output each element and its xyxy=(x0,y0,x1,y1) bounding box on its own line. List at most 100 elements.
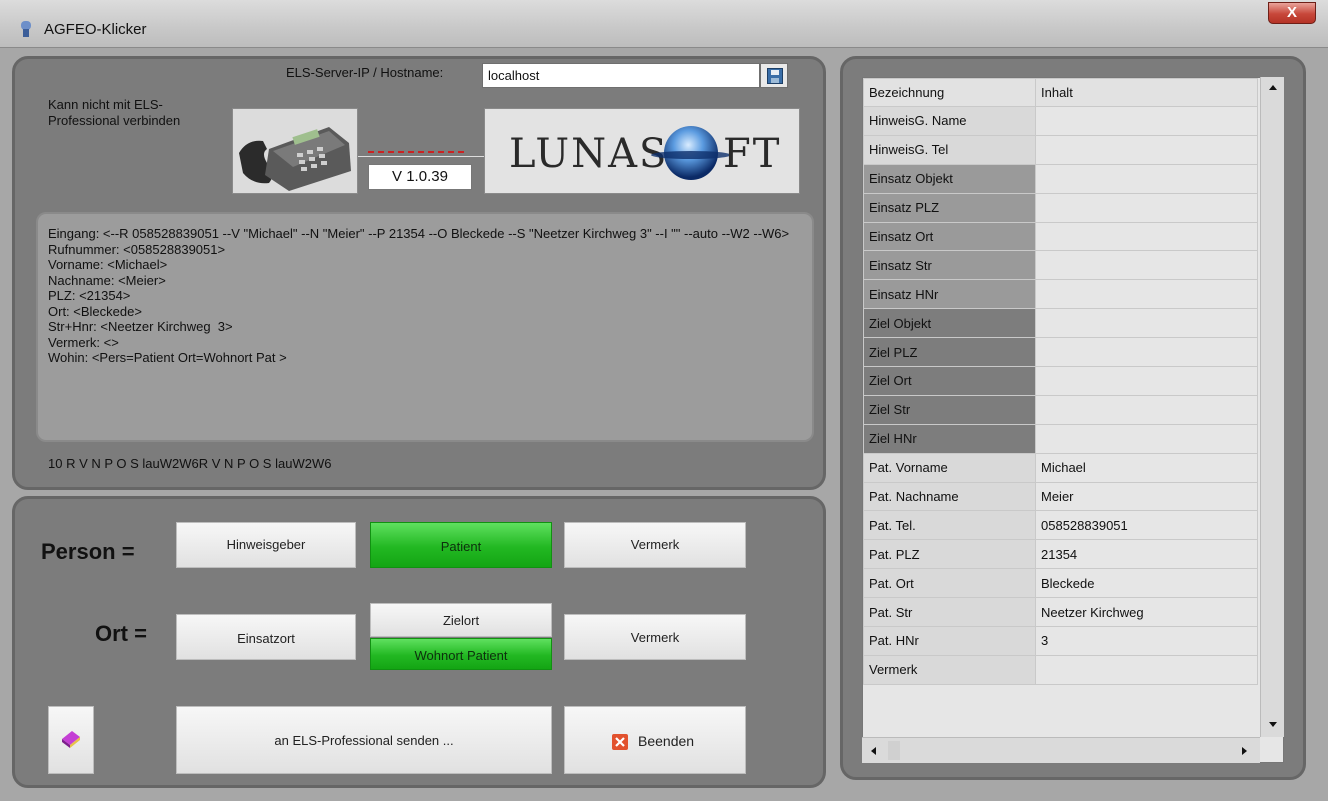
row-value[interactable] xyxy=(1035,250,1258,281)
data-grid[interactable]: Bezeichnung Inhalt HinweisG. Name Hinwei… xyxy=(862,77,1284,763)
phone-image xyxy=(232,108,358,194)
row-label: Pat. Tel. xyxy=(863,510,1036,541)
zielort-button[interactable]: Zielort xyxy=(370,603,552,637)
status-line: 10 R V N P O S lauW2W6R V N P O S lauW2W… xyxy=(48,456,332,471)
row-value[interactable]: 3 xyxy=(1035,626,1258,656)
table-row[interactable]: Ziel Ort xyxy=(863,366,1258,396)
lunasoft-logo: LUNAS FT xyxy=(484,108,800,194)
table-row[interactable]: Ziel PLZ xyxy=(863,337,1258,368)
row-label: Pat. HNr xyxy=(863,626,1036,656)
table-row[interactable]: Pat. Ort Bleckede xyxy=(863,568,1258,599)
vertical-scroll-arrows xyxy=(1269,85,1277,727)
table-row[interactable]: Pat. Vorname Michael xyxy=(863,452,1258,483)
table-row[interactable]: Pat. Nachname Meier xyxy=(863,481,1258,512)
row-value[interactable] xyxy=(1035,308,1258,339)
quit-button[interactable]: Beenden xyxy=(564,706,746,774)
wohnort-patient-button[interactable]: Wohnort Patient xyxy=(370,638,552,670)
row-value[interactable] xyxy=(1035,134,1258,165)
row-value[interactable]: 058528839051 xyxy=(1035,510,1258,541)
scroll-up-arrow-icon xyxy=(1269,85,1277,90)
table-row[interactable]: Pat. Str Neetzer Kirchweg xyxy=(863,597,1258,628)
row-label: Einsatz Ort xyxy=(863,221,1036,252)
row-label: Ziel HNr xyxy=(863,423,1036,454)
row-value[interactable] xyxy=(1035,337,1258,368)
log-line: Vermerk: <> xyxy=(48,334,119,350)
column-header[interactable]: Bezeichnung xyxy=(863,78,1036,107)
log-line: Ort: <Bleckede> xyxy=(48,303,142,319)
row-value[interactable]: Neetzer Kirchweg xyxy=(1035,597,1258,628)
table-row[interactable]: Vermerk xyxy=(863,654,1258,685)
row-value[interactable] xyxy=(1035,279,1258,310)
scroll-left-arrow-icon xyxy=(871,747,876,755)
ort-vermerk-button[interactable]: Vermerk xyxy=(564,614,746,660)
row-value[interactable] xyxy=(1035,654,1258,685)
row-label: Pat. PLZ xyxy=(863,539,1036,570)
table-row[interactable]: Einsatz Ort xyxy=(863,221,1258,252)
scroll-right-arrow-icon xyxy=(1242,747,1247,755)
book-icon xyxy=(62,731,80,748)
row-value[interactable] xyxy=(1035,106,1258,136)
patient-button[interactable]: Patient xyxy=(370,522,552,568)
table-row[interactable]: Ziel HNr xyxy=(863,423,1258,454)
table-row[interactable]: Einsatz Objekt xyxy=(863,163,1258,194)
table-row[interactable]: Ziel Str xyxy=(863,394,1258,425)
row-value[interactable] xyxy=(1035,163,1258,194)
column-header[interactable]: Inhalt xyxy=(1035,78,1258,107)
row-value[interactable]: 21354 xyxy=(1035,539,1258,570)
log-line: Wohin: <Pers=Patient Ort=Wohnort Pat > xyxy=(48,350,287,365)
table-row[interactable]: Pat. PLZ 21354 xyxy=(863,539,1258,570)
table-row[interactable]: Einsatz PLZ xyxy=(863,192,1258,223)
table-row[interactable]: HinweisG. Tel xyxy=(863,134,1258,165)
hinweisgeber-button[interactable]: Hinweisgeber xyxy=(176,522,356,568)
window-title: AGFEO-Klicker xyxy=(44,21,147,38)
svg-text:FT: FT xyxy=(723,131,781,177)
quit-label: Beenden xyxy=(638,733,695,749)
send-to-els-button[interactable]: an ELS-Professional senden ... xyxy=(176,706,552,774)
close-button[interactable]: X xyxy=(1268,2,1316,24)
person-vermerk-button[interactable]: Vermerk xyxy=(564,522,746,568)
svg-text:LUNAS: LUNAS xyxy=(509,131,668,177)
row-value[interactable] xyxy=(1035,192,1258,223)
server-input[interactable] xyxy=(482,63,760,88)
close-x-icon xyxy=(612,734,628,750)
log-line: PLZ: <21354> xyxy=(48,288,131,303)
floppy-icon xyxy=(767,68,783,84)
row-value[interactable] xyxy=(1035,394,1258,425)
row-label: Ziel Ort xyxy=(863,366,1036,396)
row-label: HinweisG. Tel xyxy=(863,134,1036,165)
grid-header-row: Bezeichnung Inhalt xyxy=(863,78,1258,107)
connection-line xyxy=(358,156,484,157)
log-line: Nachname: <Meier> xyxy=(48,272,166,288)
row-label: Ziel PLZ xyxy=(863,337,1036,368)
row-value[interactable] xyxy=(1035,366,1258,396)
row-value[interactable]: Bleckede xyxy=(1035,568,1258,599)
save-server-button[interactable] xyxy=(760,63,788,88)
row-label: Pat. Ort xyxy=(863,568,1036,599)
table-row[interactable]: Einsatz Str xyxy=(863,250,1258,281)
row-value[interactable] xyxy=(1035,423,1258,454)
person-label: Person = xyxy=(41,539,135,564)
row-value[interactable]: Meier xyxy=(1035,481,1258,512)
row-label: Pat. Nachname xyxy=(863,481,1036,512)
title-bar: AGFEO-Klicker X xyxy=(0,0,1328,48)
einsatzort-button[interactable]: Einsatzort xyxy=(176,614,356,660)
row-label: HinweisG. Name xyxy=(863,106,1036,136)
row-value[interactable]: Michael xyxy=(1035,452,1258,483)
help-book-button[interactable] xyxy=(48,706,94,774)
horizontal-scroll-arrows xyxy=(871,741,1247,760)
table-row[interactable]: Pat. HNr 3 xyxy=(863,626,1258,656)
table-row[interactable]: Pat. Tel. 058528839051 xyxy=(863,510,1258,541)
log-line: Eingang: <--R 058528839051 --V "Michael"… xyxy=(48,226,790,241)
row-label: Einsatz PLZ xyxy=(863,192,1036,223)
log-output[interactable]: Eingang: <--R 058528839051 --V "Michael"… xyxy=(36,212,814,442)
vertical-scrollbar[interactable] xyxy=(1260,77,1284,737)
connection-broken-indicator xyxy=(368,151,464,153)
table-row[interactable]: Ziel Objekt xyxy=(863,308,1258,339)
log-line: Rufnummer: <058528839051> xyxy=(48,241,226,257)
row-label: Einsatz Str xyxy=(863,250,1036,281)
row-label: Ziel Objekt xyxy=(863,308,1036,339)
table-row[interactable]: HinweisG. Name xyxy=(863,106,1258,136)
row-value[interactable] xyxy=(1035,221,1258,252)
table-row[interactable]: Einsatz HNr xyxy=(863,279,1258,310)
horizontal-scrollbar[interactable] xyxy=(862,737,1260,763)
